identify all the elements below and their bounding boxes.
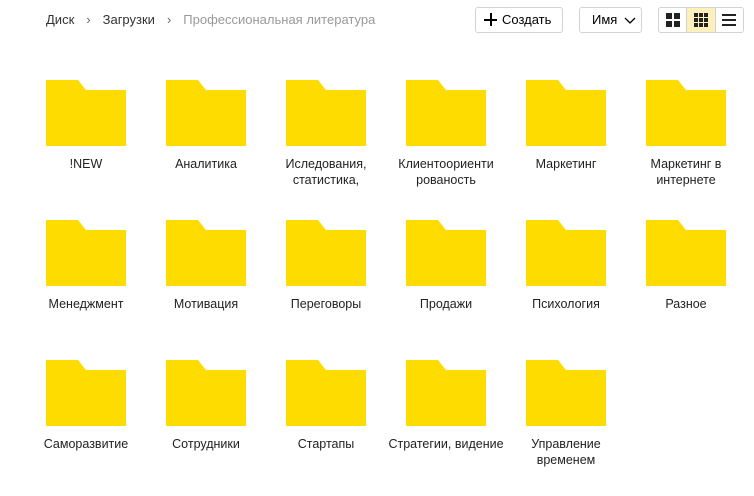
folder-item[interactable]: Стратегии, видение — [386, 360, 506, 490]
breadcrumb-disk[interactable]: Диск — [46, 12, 74, 27]
folder-icon — [526, 80, 606, 146]
folder-item[interactable]: !NEW — [26, 80, 146, 210]
top-toolbar: Диск › Загрузки › Профессиональная литератур… — [0, 0, 754, 42]
folder-item[interactable]: Продажи — [386, 220, 506, 350]
folder-icon — [286, 360, 366, 426]
folder-icon — [526, 220, 606, 286]
folder-name: Маркетинг в интернете — [650, 157, 722, 187]
folder-name: Сотрудники — [172, 437, 240, 451]
breadcrumb: Диск › Загрузки › Профессиональная литератур… — [46, 12, 375, 28]
small-tiles-icon — [693, 13, 708, 27]
create-button[interactable]: Создать — [475, 7, 563, 33]
folder-name: Разное — [665, 297, 707, 311]
folder-name: Продажи — [419, 297, 473, 311]
folder-item[interactable]: Маркетинг — [506, 80, 626, 210]
folder-name: Маркетинг — [535, 157, 597, 171]
view-large-tiles-button[interactable] — [659, 8, 686, 32]
sort-label: Имя — [592, 12, 618, 27]
folder-name: Стартапы — [297, 437, 355, 451]
folder-icon — [406, 220, 486, 286]
folder-item[interactable]: Аналитика — [146, 80, 266, 210]
folder-name: Психология — [532, 297, 600, 311]
view-mode-switcher — [658, 7, 744, 33]
folder-item[interactable]: Клиентоориенти рованость — [386, 80, 506, 210]
folder-item[interactable]: Сотрудники — [146, 360, 266, 490]
folder-name: Аналитика — [175, 157, 237, 171]
folder-item[interactable]: Психология — [506, 220, 626, 350]
folder-item[interactable]: Управление временем — [506, 360, 626, 490]
folder-item[interactable]: Иследования, статистика, — [266, 80, 386, 210]
folder-item[interactable]: Мотивация — [146, 220, 266, 350]
folder-icon — [166, 360, 246, 426]
folder-item[interactable]: Саморазвитие — [26, 360, 146, 490]
view-small-tiles-button[interactable] — [686, 8, 715, 32]
folder-icon — [406, 360, 486, 426]
view-list-button[interactable] — [714, 8, 743, 32]
folder-name: Мотивация — [173, 297, 239, 311]
folder-item[interactable]: Маркетинг в интернете — [626, 80, 746, 210]
folder-item[interactable]: Разное — [626, 220, 746, 350]
sort-dropdown[interactable]: Имя — [579, 7, 642, 33]
create-button-label: Создать — [502, 12, 552, 27]
folder-name: Клиентоориенти рованость — [398, 157, 494, 187]
folder-item[interactable]: Стартапы — [266, 360, 386, 490]
large-tiles-icon — [665, 13, 680, 27]
list-icon — [722, 14, 737, 26]
folder-icon — [646, 220, 726, 286]
folder-icon — [46, 80, 126, 146]
folder-icon — [526, 360, 606, 426]
plus-icon — [484, 13, 497, 26]
breadcrumb-separator-icon: › — [166, 12, 172, 27]
breadcrumb-downloads[interactable]: Загрузки — [103, 12, 155, 27]
folder-name: Управление временем — [531, 437, 601, 467]
folder-item[interactable]: Переговоры — [266, 220, 386, 350]
folder-name: Переговоры — [290, 297, 362, 311]
folder-icon — [46, 220, 126, 286]
folder-icon — [286, 80, 366, 146]
breadcrumb-current-folder: Профессиональная литература — [183, 12, 376, 27]
folder-icon — [46, 360, 126, 426]
folder-icon — [646, 80, 726, 146]
folder-item[interactable]: Менеджмент — [26, 220, 146, 350]
folder-name: Менеджмент — [48, 297, 124, 311]
folder-icon — [166, 220, 246, 286]
folder-icon — [166, 80, 246, 146]
chevron-down-icon — [624, 17, 636, 24]
folder-name: Стратегии, видение — [388, 437, 504, 451]
folder-icon — [406, 80, 486, 146]
folder-name: Саморазвитие — [43, 437, 129, 451]
breadcrumb-separator-icon: › — [86, 12, 91, 27]
folder-name: !NEW — [69, 157, 103, 171]
folder-name: Иследования, статистика, — [285, 157, 367, 187]
folder-icon — [286, 220, 366, 286]
